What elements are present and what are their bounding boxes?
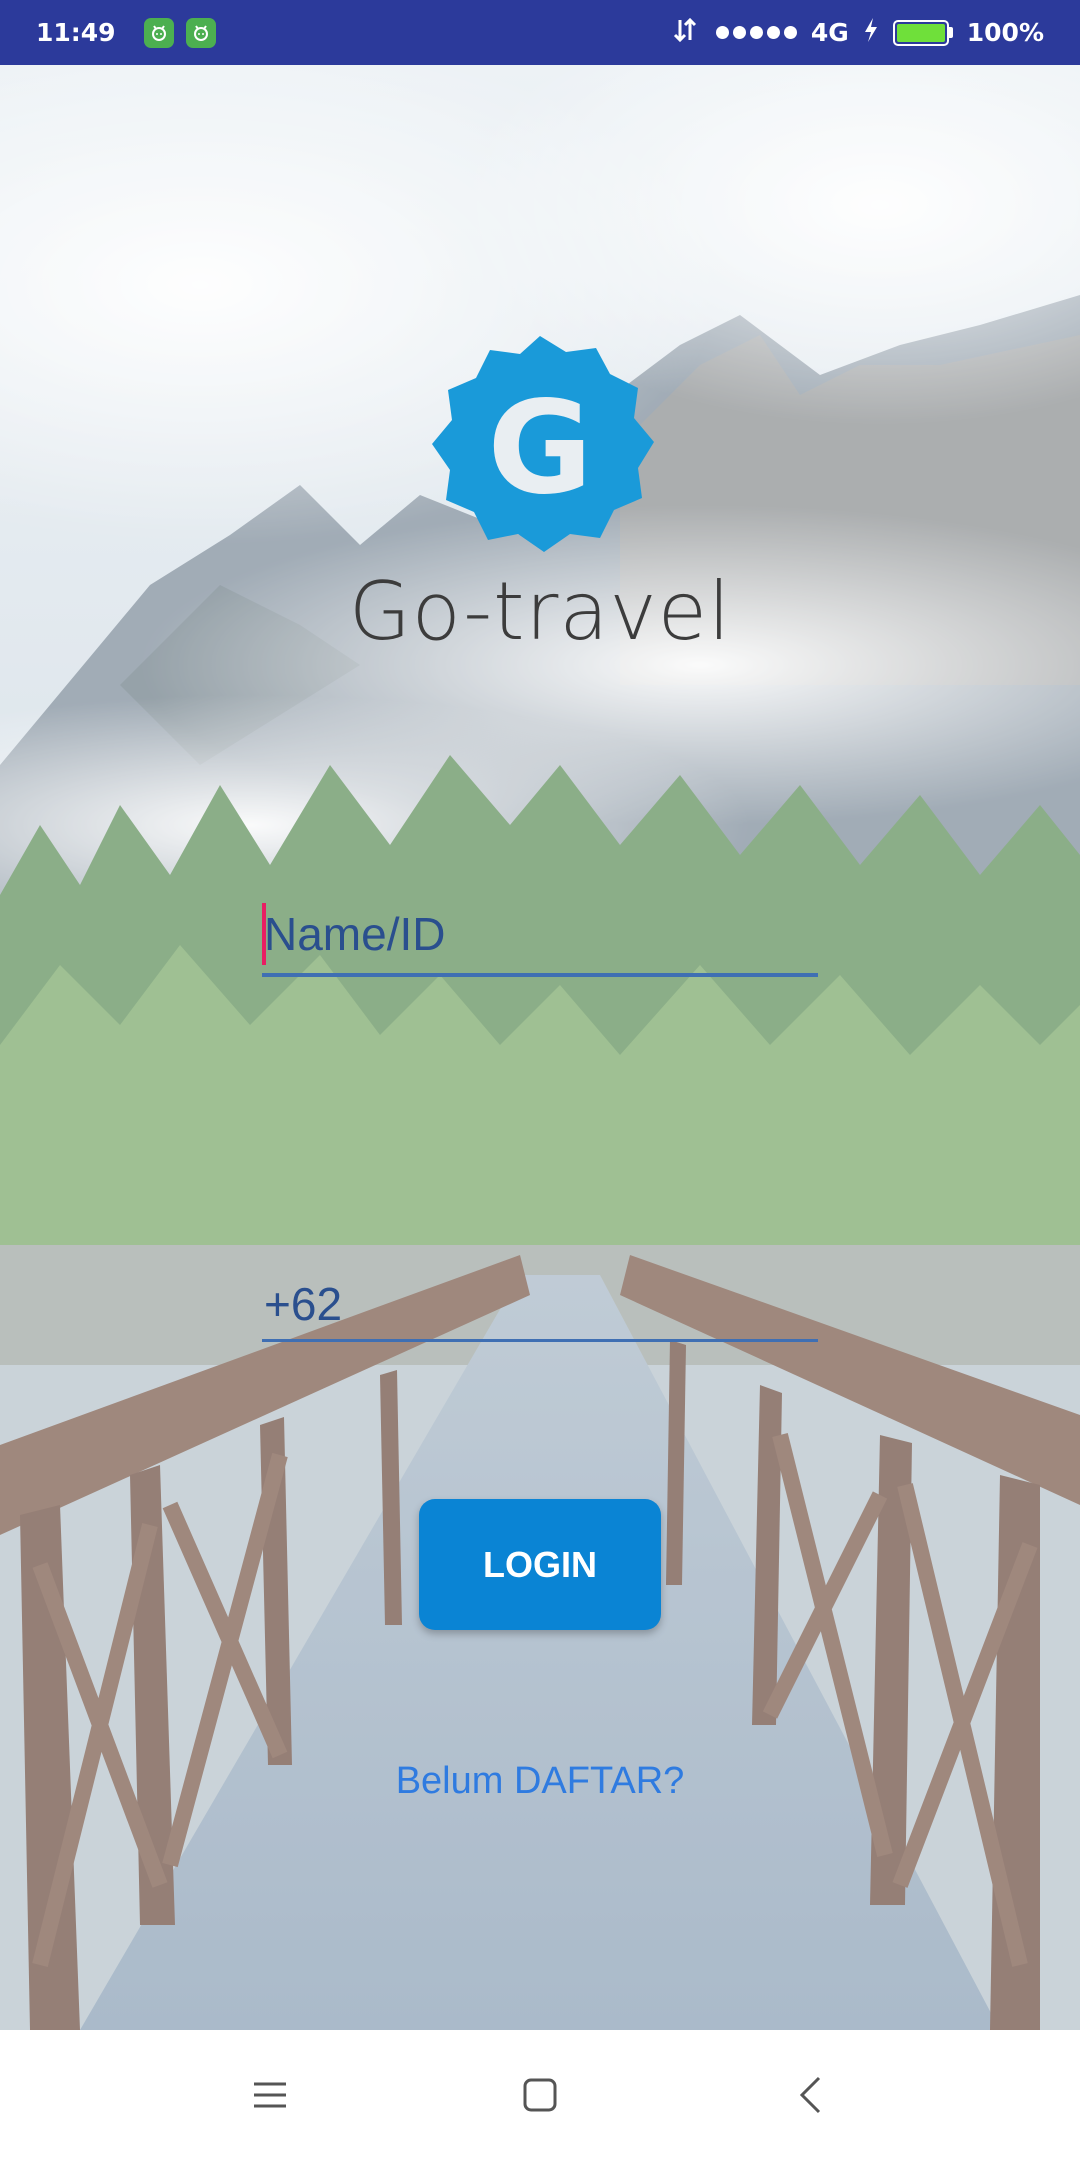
android-notification-icon bbox=[143, 17, 174, 48]
go-travel-logo-icon: G bbox=[420, 330, 660, 570]
status-time: 11:49 bbox=[36, 18, 116, 47]
battery-percent: 100% bbox=[966, 18, 1044, 47]
back-chevron-icon[interactable] bbox=[760, 2045, 860, 2145]
battery-fill bbox=[896, 23, 945, 42]
login-button[interactable]: LOGIN bbox=[419, 1499, 661, 1630]
android-notification-icon bbox=[185, 17, 216, 48]
charging-icon bbox=[863, 17, 879, 49]
phone-input[interactable] bbox=[262, 1270, 818, 1338]
signal-strength-icon bbox=[712, 26, 797, 39]
data-transfer-icon bbox=[672, 16, 698, 50]
navigation-bar bbox=[0, 2030, 1080, 2160]
status-bar: 11:49 4G 100% bbox=[0, 0, 1080, 65]
status-left: 11:49 bbox=[36, 17, 216, 48]
home-square-icon[interactable] bbox=[490, 2045, 590, 2145]
register-link[interactable]: Belum DAFTAR? bbox=[240, 1760, 840, 1803]
text-cursor bbox=[262, 903, 266, 965]
battery-icon bbox=[892, 19, 953, 46]
phone-field[interactable] bbox=[262, 1270, 818, 1342]
brand-name: Go-travel bbox=[348, 565, 732, 658]
login-screen: 11:49 4G 100% G Go-travel Name/ID +62 LO… bbox=[0, 0, 1080, 2160]
status-right: 4G 100% bbox=[658, 16, 1044, 50]
name-id-input[interactable] bbox=[262, 895, 818, 973]
logo-letter: G bbox=[487, 374, 592, 523]
name-id-field[interactable] bbox=[262, 895, 818, 977]
network-type: 4G bbox=[810, 18, 849, 47]
menu-icon[interactable] bbox=[220, 2045, 320, 2145]
